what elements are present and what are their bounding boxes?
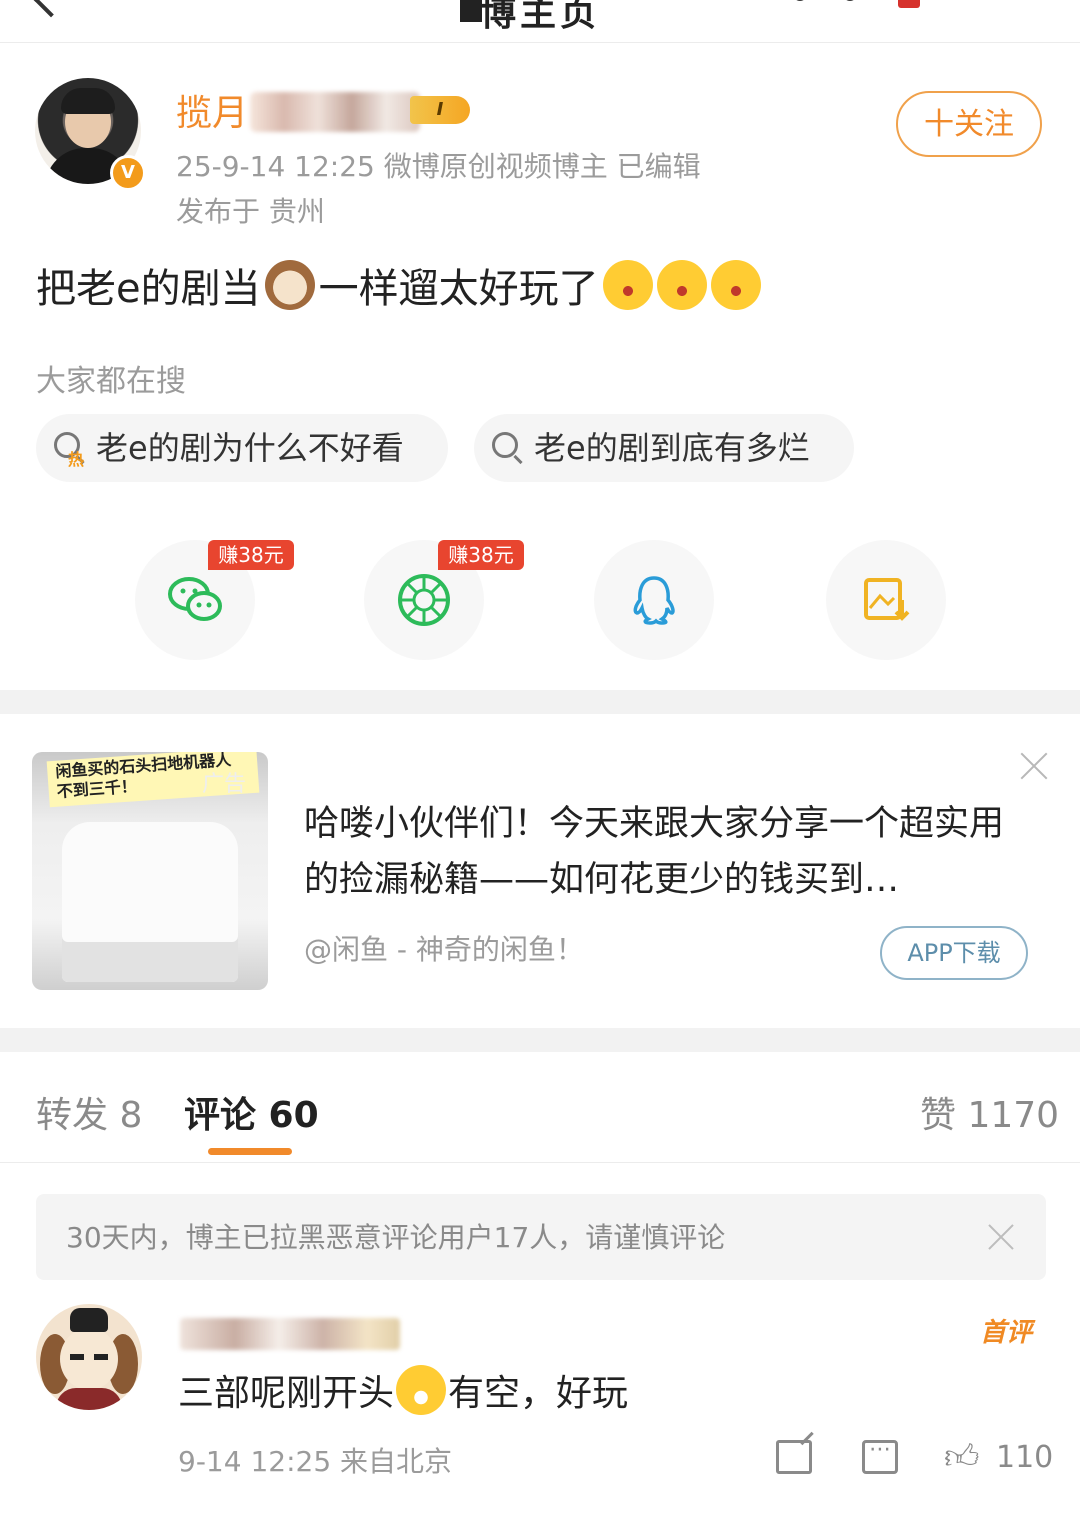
first-comment-badge: 首评 <box>980 1318 1033 1348</box>
ad-source[interactable]: @闲鱼 - 神奇的闲鱼！ <box>304 928 584 968</box>
shocked-emoji <box>602 260 653 310</box>
follow-button[interactable]: 十关注 <box>896 91 1042 157</box>
thumbs-up-icon[interactable]: 👍︎ <box>944 1440 980 1474</box>
avatar-eye <box>70 1354 84 1360</box>
top-bar: 博主页 <box>0 0 1080 43</box>
tab-like[interactable]: 赞 1170 <box>920 1086 1059 1138</box>
search-chip[interactable]: 热 老e的剧为什么不好看 <box>36 414 448 482</box>
comment-text: 三部呢刚开头 有空，好玩 <box>178 1364 628 1416</box>
qq-icon <box>633 576 675 625</box>
close-icon[interactable] <box>986 1222 1016 1252</box>
tabs-border <box>0 1162 1080 1163</box>
comment-text-part-1: 三部呢刚开头 <box>178 1373 395 1414</box>
search-icon <box>492 432 518 458</box>
dog-emoji <box>264 260 315 310</box>
comment-text-part-2: 有空，好玩 <box>448 1373 629 1414</box>
level-badge: I <box>410 96 470 124</box>
search-chip-label: 老e的剧为什么不好看 <box>96 429 404 467</box>
shocked-emoji <box>710 260 761 310</box>
search-heading: 大家都在搜 <box>36 364 186 399</box>
robot-vacuum-picture <box>62 822 238 982</box>
app-download-button[interactable]: APP下载 <box>880 926 1028 980</box>
ad-label: 广告 <box>202 772 247 797</box>
ad-image[interactable]: 闲鱼买的石头扫地机器人 不到三千！ 广告 <box>32 752 268 990</box>
shocked-emoji <box>656 260 707 310</box>
avatar-face <box>60 1328 118 1390</box>
red-packet-icon[interactable] <box>898 0 920 8</box>
comment-like-count: 110 <box>996 1440 1054 1475</box>
post-text-part-2: 一样遛太好玩了 <box>318 266 599 312</box>
hot-mark: 热 <box>68 450 85 469</box>
post-location: 发布于 贵州 <box>176 195 325 228</box>
author-name[interactable]: 揽月 <box>176 84 248 136</box>
reply-icon[interactable] <box>862 1437 898 1474</box>
notice-text: 30天内，博主已拉黑恶意评论用户17人，请谨慎评论 <box>66 1221 726 1254</box>
tab-active-indicator <box>208 1148 292 1155</box>
chevron-left-icon[interactable] <box>32 0 70 18</box>
tab-repost[interactable]: 转发 8 <box>36 1086 142 1138</box>
comment-notice: 30天内，博主已拉黑恶意评论用户17人，请谨慎评论 <box>36 1194 1046 1280</box>
avatar-body <box>56 1388 122 1410</box>
search-chip-label: 老e的剧到底有多烂 <box>534 429 810 467</box>
post-text-part-1: 把老e的剧当 <box>36 266 261 312</box>
author-name-blur <box>250 92 420 132</box>
avatar-eye <box>94 1354 108 1360</box>
moments-icon <box>398 574 450 626</box>
earn-badge: 赚38元 <box>438 540 524 570</box>
section-divider <box>0 690 1080 714</box>
post-text: 把老e的剧当 一样遛太好玩了 <box>36 256 761 314</box>
avatar-hair <box>61 88 115 114</box>
share-icon[interactable] <box>776 1440 812 1474</box>
more-icon[interactable] <box>790 0 860 8</box>
earn-badge: 赚38元 <box>208 540 294 570</box>
grin-emoji <box>396 1365 447 1415</box>
ad-text[interactable]: 哈喽小伙伴们！今天来跟大家分享一个超实用的捡漏秘籍——如何花更少的钱买到… <box>304 796 1034 908</box>
page-title: 博主页 <box>480 0 601 34</box>
search-chip[interactable]: 老e的剧到底有多烂 <box>474 414 854 482</box>
share-qq-button[interactable] <box>594 540 714 660</box>
commenter-avatar[interactable] <box>36 1304 142 1410</box>
post-meta: 25-9-14 12:25 微博原创视频博主 已编辑 <box>176 150 701 183</box>
save-image-icon <box>864 578 910 621</box>
commenter-name-blur[interactable] <box>180 1318 400 1350</box>
close-icon[interactable] <box>1018 750 1050 782</box>
v-verified-icon: V <box>110 155 146 191</box>
avatar-hat <box>70 1308 108 1332</box>
wechat-icon <box>168 577 222 621</box>
title-mask <box>460 0 482 22</box>
save-image-button[interactable] <box>826 540 946 660</box>
comment-meta: 9-14 12:25 来自北京 <box>178 1445 453 1478</box>
section-divider <box>0 1028 1080 1052</box>
tab-comment[interactable]: 评论 60 <box>184 1086 319 1138</box>
